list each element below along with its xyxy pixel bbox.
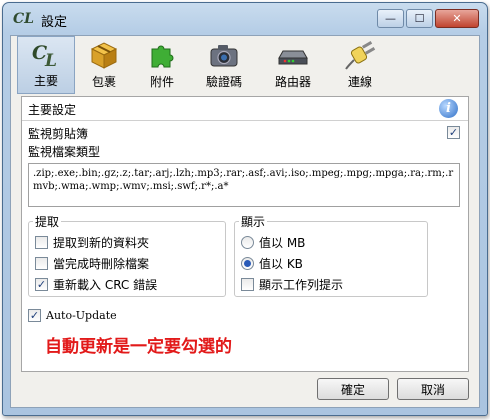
plug-icon <box>345 41 376 70</box>
value-in-mb-radio[interactable] <box>241 236 254 249</box>
cl-logo-icon: C L <box>32 42 57 69</box>
info-icon[interactable]: i <box>439 99 458 118</box>
tab-plugins-label: 附件 <box>149 75 174 89</box>
camera-icon <box>210 45 238 67</box>
minimize-icon: — <box>385 12 396 25</box>
tab-package-label: 包裹 <box>91 75 116 89</box>
settings-window: CL 設定 — ☐ ✕ C L 主要 包裹 附件 驗證碼 路由器 連線 主要設定… <box>2 2 488 416</box>
file-types-label: 監視檔案類型 <box>28 145 101 159</box>
maximize-icon: ☐ <box>414 12 425 25</box>
clipboard-monitor-row: 監視剪貼簿 ✓ <box>28 125 460 141</box>
main-settings-panel: 主要設定 i 監視剪貼簿 ✓ 監視檔案類型 .zip;.exe;.bin;.gz… <box>21 96 469 372</box>
show-taskbar-tips-label: 顯示工作列提示 <box>259 278 344 292</box>
panel-title: 主要設定 <box>28 103 77 117</box>
tab-router[interactable]: 路由器 <box>257 36 329 94</box>
tab-plugins[interactable]: 附件 <box>133 36 191 94</box>
puzzle-piece-icon <box>151 45 174 68</box>
show-taskbar-tips-option[interactable]: 顯示工作列提示 <box>241 276 343 293</box>
package-box-icon <box>90 42 118 69</box>
delete-after-complete-label: 當完成時刪除檔案 <box>53 257 150 271</box>
extract-to-new-folder-checkbox[interactable] <box>35 236 48 249</box>
maximize-button[interactable]: ☐ <box>406 9 433 28</box>
annotation-text: 自動更新是一定要勾選的 <box>45 337 232 357</box>
delete-after-complete-option[interactable]: 當完成時刪除檔案 <box>35 255 149 272</box>
extract-to-new-folder-option[interactable]: 提取到新的資料夾 <box>35 234 149 251</box>
tab-router-label: 路由器 <box>274 75 311 89</box>
window-title: 設定 <box>41 15 68 30</box>
ok-button[interactable]: 確定 <box>317 378 389 400</box>
reload-crc-error-checkbox[interactable]: ✓ <box>35 278 48 291</box>
auto-update-checkbox[interactable]: ✓ <box>28 309 41 322</box>
tab-main-label: 主要 <box>33 74 58 88</box>
close-icon: ✕ <box>452 12 462 25</box>
tab-main[interactable]: C L 主要 <box>17 36 75 94</box>
svg-text:L: L <box>44 51 57 69</box>
extract-group: 提取 提取到新的資料夾 當完成時刪除檔案 ✓ 重新載入 CRC 錯誤 <box>28 213 226 297</box>
cancel-button[interactable]: 取消 <box>397 378 469 400</box>
extract-to-new-folder-label: 提取到新的資料夾 <box>53 236 150 250</box>
value-in-mb-label: 值以 MB <box>259 236 306 250</box>
extract-group-title: 提取 <box>33 213 62 230</box>
value-in-mb-option[interactable]: 值以 MB <box>241 234 305 251</box>
close-button[interactable]: ✕ <box>435 9 479 28</box>
tab-captcha[interactable]: 驗證碼 <box>191 36 257 94</box>
window-controls: — ☐ ✕ <box>375 9 479 28</box>
clipboard-monitor-checkbox[interactable]: ✓ <box>447 126 460 139</box>
router-icon <box>278 50 308 65</box>
tab-package[interactable]: 包裹 <box>75 36 133 94</box>
auto-update-label: Auto-Update <box>46 309 117 322</box>
show-taskbar-tips-checkbox[interactable] <box>241 278 254 291</box>
tab-connection[interactable]: 連線 <box>329 36 391 94</box>
client-area: C L 主要 包裹 附件 驗證碼 路由器 連線 主要設定 i 監視剪貼簿 ✓ 監… <box>10 35 480 408</box>
reload-crc-error-option[interactable]: ✓ 重新載入 CRC 錯誤 <box>35 276 157 293</box>
display-group: 顯示 值以 MB 值以 KB 顯示工作列提示 <box>234 213 428 297</box>
reload-crc-error-label: 重新載入 CRC 錯誤 <box>53 278 158 292</box>
delete-after-complete-checkbox[interactable] <box>35 257 48 270</box>
auto-update-option[interactable]: ✓ Auto-Update <box>28 309 117 322</box>
clipboard-monitor-label: 監視剪貼簿 <box>28 127 89 141</box>
minimize-button[interactable]: — <box>377 9 404 28</box>
file-types-textarea[interactable]: .zip;.exe;.bin;.gz;.z;.tar;.arj;.lzh;.mp… <box>28 163 460 207</box>
value-in-kb-radio[interactable] <box>241 257 254 270</box>
panel-header: 主要設定 i <box>22 97 468 121</box>
category-toolbar: C L 主要 包裹 附件 驗證碼 路由器 連線 <box>11 36 479 94</box>
title-bar[interactable]: CL 設定 — ☐ ✕ <box>3 3 487 35</box>
app-logo-icon: CL <box>13 11 34 27</box>
value-in-kb-label: 值以 KB <box>259 257 303 271</box>
tab-captcha-label: 驗證碼 <box>205 75 242 89</box>
value-in-kb-option[interactable]: 值以 KB <box>241 255 303 272</box>
display-group-title: 顯示 <box>239 213 268 230</box>
tab-connection-label: 連線 <box>347 75 372 89</box>
